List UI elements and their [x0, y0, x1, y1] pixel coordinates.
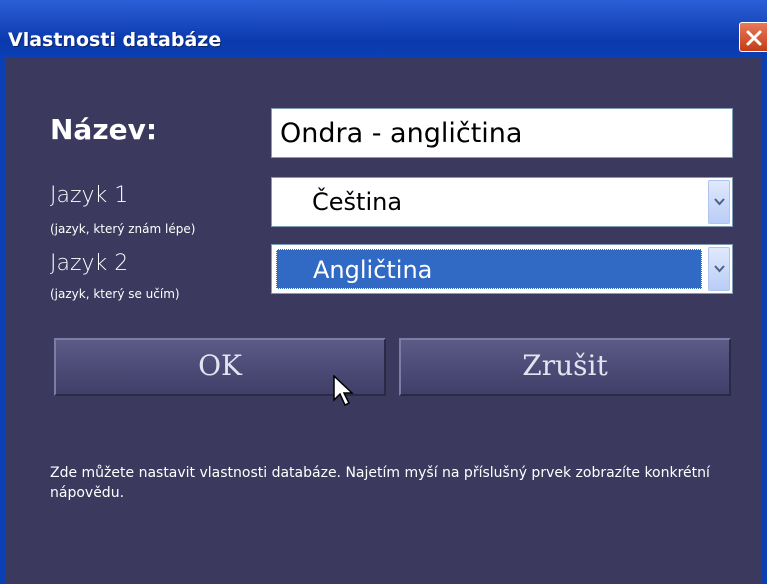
cancel-button[interactable]: Zrušit — [399, 338, 731, 396]
close-icon — [746, 30, 762, 46]
close-button[interactable] — [739, 22, 767, 52]
lang2-value: Angličtina — [313, 256, 433, 284]
lang1-sublabel: (jazyk, který znám lépe) — [50, 222, 196, 236]
chevron-down-icon — [714, 198, 725, 206]
lang2-select[interactable]: Angličtina — [271, 244, 733, 294]
lang2-dropdown-button[interactable] — [708, 247, 730, 291]
window-frame-right — [762, 58, 767, 584]
name-input[interactable] — [271, 108, 733, 158]
window-frame-left — [0, 58, 5, 584]
lang1-label: Jazyk 1 — [50, 183, 129, 208]
lang1-dropdown-button[interactable] — [708, 180, 730, 224]
lang2-selection-highlight: Angličtina — [276, 249, 702, 289]
lang2-sublabel: (jazyk, který se učím) — [50, 287, 180, 301]
window-title: Vlastnosti databáze — [8, 29, 222, 51]
lang1-select[interactable]: Čeština — [271, 177, 733, 227]
help-text: Zde můžete nastavit vlastnosti databáze.… — [50, 465, 710, 501]
lang1-value: Čeština — [312, 188, 403, 216]
chevron-down-icon — [714, 265, 725, 273]
name-label: Název: — [50, 113, 158, 146]
lang2-label: Jazyk 2 — [50, 251, 129, 276]
title-bar[interactable]: Vlastnosti databáze — [0, 0, 767, 58]
mouse-pointer-icon — [333, 375, 354, 407]
